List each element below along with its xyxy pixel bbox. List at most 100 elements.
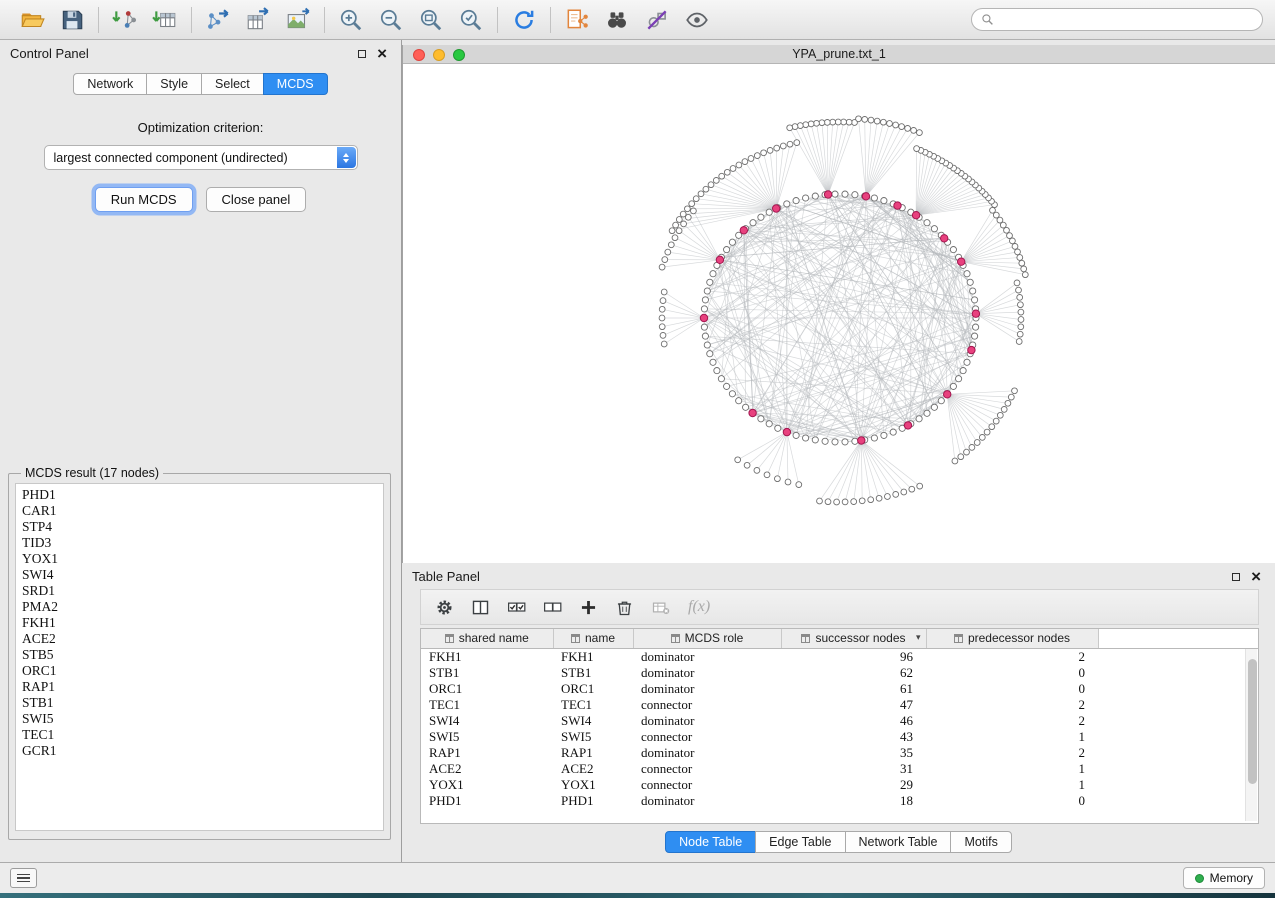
table-row-STB1[interactable]: STB1STB1dominator620 [421,665,1258,681]
dropdown-stepper-icon [337,147,356,168]
table-panel: Table Panel × f(x) shared namena [402,563,1275,862]
table-row-PHD1[interactable]: PHD1PHD1dominator180 [421,793,1258,809]
network-canvas[interactable] [403,64,1275,563]
result-node[interactable]: GCR1 [22,743,377,759]
table-row-YOX1[interactable]: YOX1YOX1connector291 [421,777,1258,793]
table-row-TEC1[interactable]: TEC1TEC1connector472 [421,697,1258,713]
result-node[interactable]: SRD1 [22,583,377,599]
result-node[interactable]: STB1 [22,695,377,711]
close-panel-icon[interactable]: × [377,49,387,59]
columns-icon[interactable] [470,597,491,618]
memory-button[interactable]: Memory [1183,867,1265,889]
apply-layout-button[interactable] [504,4,544,36]
tab-mcds[interactable]: MCDS [263,73,328,95]
close-window-icon[interactable] [413,49,425,61]
main-content: Control Panel × NetworkStyleSelectMCDS O… [0,40,1275,862]
run-mcds-button[interactable]: Run MCDS [95,187,193,212]
table-row-FKH1[interactable]: FKH1FKH1dominator962 [421,648,1258,665]
maximize-window-icon[interactable] [453,49,465,61]
export-network-button[interactable] [198,4,238,36]
result-node[interactable]: PMA2 [22,599,377,615]
export-image-icon [285,7,311,33]
search-box[interactable] [971,8,1263,31]
export-image-button[interactable] [278,4,318,36]
table-row-SWI5[interactable]: SWI5SWI5connector431 [421,729,1258,745]
import-table-icon [152,7,178,33]
deselect-all-icon[interactable] [542,597,563,618]
toolbar-separator [550,7,551,33]
share-document-icon [564,7,590,33]
criterion-dropdown[interactable]: largest connected component (undirected) [44,145,358,170]
import-network-button[interactable] [105,4,145,36]
result-node[interactable]: TID3 [22,535,377,551]
desktop-background [0,893,1275,898]
tab-motifs[interactable]: Motifs [950,831,1011,853]
result-node[interactable]: STB5 [22,647,377,663]
delete-column-icon[interactable] [614,597,635,618]
open-file-button[interactable] [12,4,52,36]
window-controls [413,49,465,61]
memory-label: Memory [1210,871,1253,885]
column-header-MCDS-role[interactable]: MCDS role [633,629,781,648]
table-row-ORC1[interactable]: ORC1ORC1dominator610 [421,681,1258,697]
close-table-panel-icon[interactable]: × [1251,572,1261,582]
network-titlebar[interactable]: YPA_prune.txt_1 [403,45,1275,64]
select-all-icon[interactable] [506,597,527,618]
result-node[interactable]: STP4 [22,519,377,535]
result-node[interactable]: SWI4 [22,567,377,583]
close-panel-button[interactable]: Close panel [206,187,307,212]
minimize-window-icon[interactable] [433,49,445,61]
result-node[interactable]: RAP1 [22,679,377,695]
column-header-shared-name[interactable]: shared name [421,629,553,648]
tab-edge-table[interactable]: Edge Table [755,831,845,853]
save-button[interactable] [52,4,92,36]
tab-select[interactable]: Select [201,73,264,95]
export-table-button[interactable] [238,4,278,36]
zoom-out-button[interactable] [371,4,411,36]
share-document-button[interactable] [557,4,597,36]
mcds-result-group: MCDS result (17 nodes) PHD1CAR1STP4TID3Y… [8,466,391,840]
control-panel: Control Panel × NetworkStyleSelectMCDS O… [0,40,402,862]
save-icon [59,7,85,33]
export-table-icon [245,7,271,33]
gear-icon[interactable] [434,597,455,618]
result-node[interactable]: ACE2 [22,631,377,647]
toolbar-separator [497,7,498,33]
result-node[interactable]: TEC1 [22,727,377,743]
zoom-in-button[interactable] [331,4,371,36]
result-node[interactable]: FKH1 [22,615,377,631]
mcds-result-list[interactable]: PHD1CAR1STP4TID3YOX1SWI4SRD1PMA2FKH1ACE2… [15,483,384,831]
import-table-button[interactable] [145,4,185,36]
zoom-selected-icon [458,7,484,33]
search-input[interactable] [999,13,1253,27]
find-button[interactable] [597,4,637,36]
table-scrollbar[interactable] [1245,649,1257,821]
panel-menu-button[interactable] [10,868,37,888]
graphics-details-button[interactable] [637,4,677,36]
result-node[interactable]: CAR1 [22,503,377,519]
column-header-name[interactable]: name [553,629,633,648]
result-node[interactable]: ORC1 [22,663,377,679]
result-node[interactable]: YOX1 [22,551,377,567]
result-node[interactable]: PHD1 [22,487,377,503]
tab-network[interactable]: Network [73,73,147,95]
tab-node-table[interactable]: Node Table [665,831,756,853]
zoom-selected-button[interactable] [451,4,491,36]
show-hide-button[interactable] [677,4,717,36]
table-row-RAP1[interactable]: RAP1RAP1dominator352 [421,745,1258,761]
tab-style[interactable]: Style [146,73,202,95]
float-table-panel-icon[interactable] [1232,573,1240,581]
open-folder-icon [19,7,45,33]
scrollbar-thumb[interactable] [1248,659,1257,784]
table-row-ACE2[interactable]: ACE2ACE2connector311 [421,761,1258,777]
add-column-icon[interactable] [578,597,599,618]
column-header-predecessor-nodes[interactable]: predecessor nodes [926,629,1098,648]
toolbar-separator [191,7,192,33]
table-row-SWI4[interactable]: SWI4SWI4dominator462 [421,713,1258,729]
result-node[interactable]: SWI5 [22,711,377,727]
column-header-successor-nodes[interactable]: successor nodes▾ [781,629,926,648]
zoom-fit-button[interactable] [411,4,451,36]
criterion-value: largest connected component (undirected) [54,151,288,165]
float-panel-icon[interactable] [358,50,366,58]
tab-network-table[interactable]: Network Table [845,831,952,853]
